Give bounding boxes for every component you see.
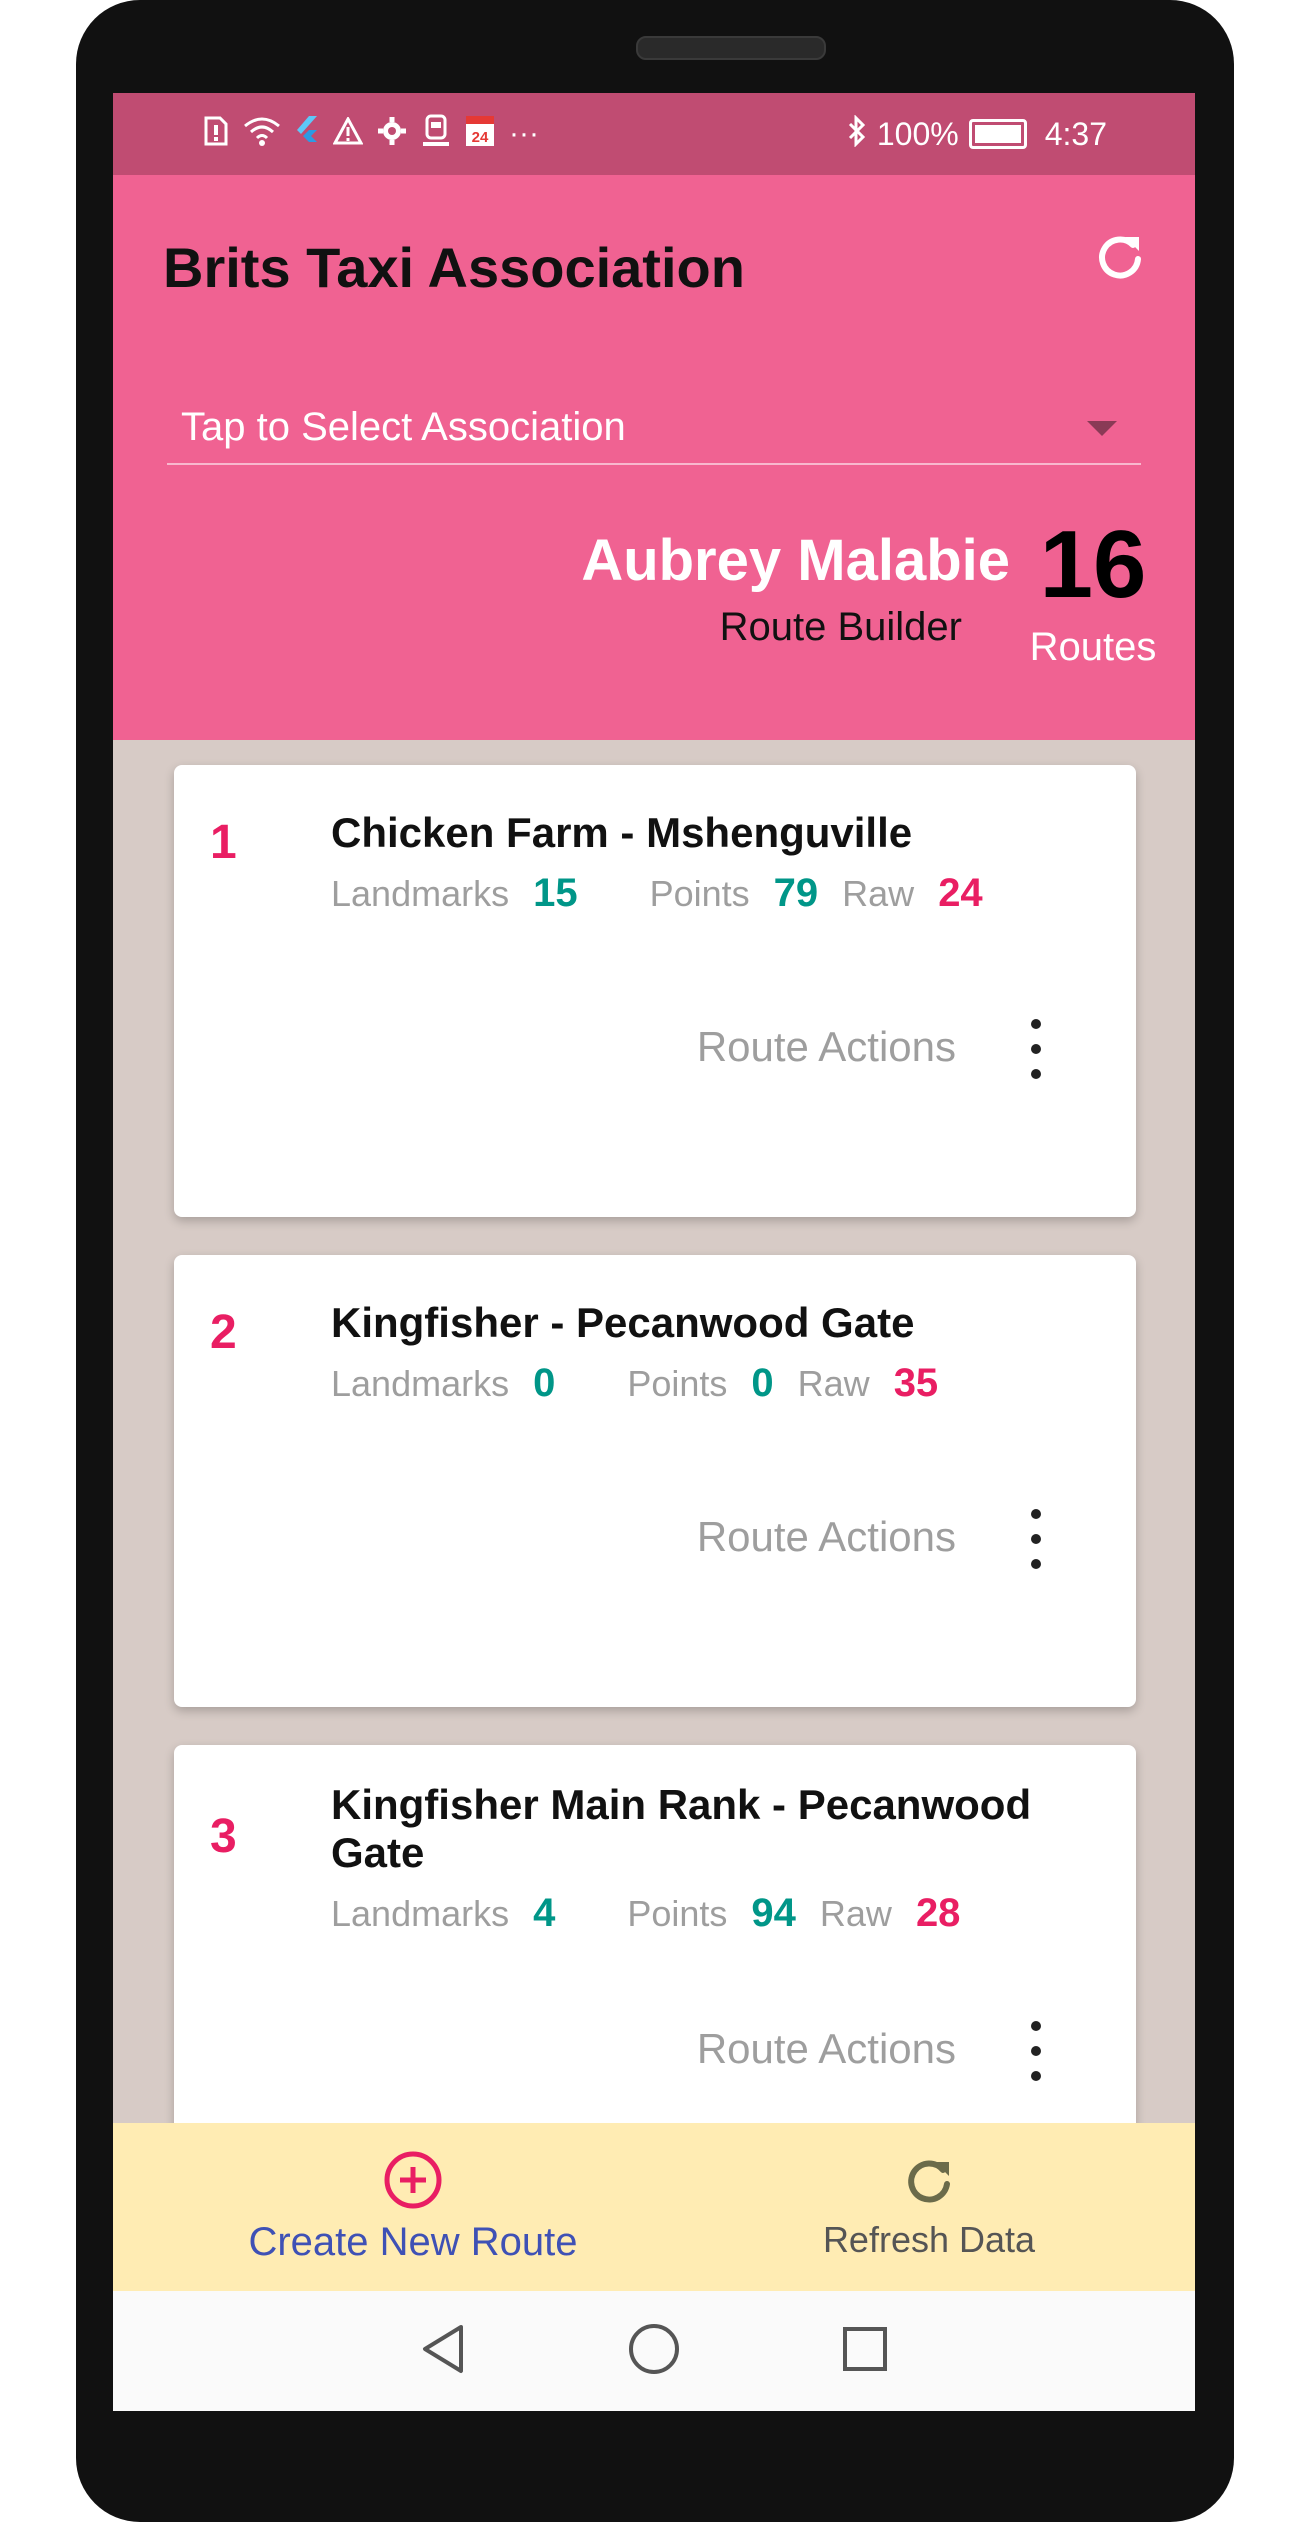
routes-label: Routes [1029,625,1157,669]
points-count: 94 [751,1891,796,1935]
taxi-app-icon [421,114,451,154]
status-system: 100% 4:37 [847,114,1195,153]
routes-count: 16 [1039,511,1147,618]
more-vert-icon[interactable] [1026,1509,1046,1569]
route-card[interactable]: 2 Kingfisher - Pecanwood Gate Landmarks … [174,1255,1136,1707]
recents-icon[interactable] [841,2325,889,2378]
raw-label: Raw [842,873,915,914]
raw-label: Raw [819,1893,892,1934]
refresh-data-label: Refresh Data [822,2218,1036,2260]
page-title: Brits Taxi Association [163,236,745,299]
refresh-icon[interactable] [1093,231,1147,285]
route-number: 2 [210,1306,237,1359]
calendar-icon: 24 [465,115,495,153]
home-icon[interactable] [627,2322,681,2381]
landmarks-count: 15 [533,871,578,915]
system-nav-bar [113,2291,1195,2411]
bottom-action-bar: Create New Route Refresh Data [113,2123,1195,2291]
landmarks-label: Landmarks [331,1893,510,1934]
battery-icon [968,119,1027,149]
route-title: Kingfisher - Pecanwood Gate [331,1299,915,1346]
user-role: Route Builder [450,605,1010,650]
association-dropdown[interactable]: Tap to Select Association [167,395,1141,465]
chevron-down-icon [1087,421,1117,436]
sim-alert-icon [203,116,229,152]
points-label: Points [627,1363,728,1404]
refresh-icon [901,2154,957,2215]
points-label: Points [649,873,750,914]
flutter-icon [295,116,319,152]
points-count: 0 [751,1361,774,1405]
create-route-button[interactable]: Create New Route [203,2123,623,2291]
route-stats: Landmarks 4 Points 94 Raw 28 [331,1891,960,1936]
points-count: 79 [773,871,819,915]
app-screen: 24 ··· 100% 4:37 Brits Taxi Association … [113,93,1195,2411]
status-notifications: 24 ··· [113,114,539,154]
route-number: 3 [210,1810,237,1863]
add-circle-icon [382,2149,444,2216]
back-icon[interactable] [419,2323,467,2380]
landmarks-count: 4 [533,1891,556,1935]
svg-text:24: 24 [472,129,489,146]
more-vert-icon[interactable] [1026,2021,1046,2081]
landmarks-label: Landmarks [331,873,510,914]
warning-icon [332,115,364,151]
more-notifications: ··· [509,117,539,150]
route-actions-label: Route Actions [696,1513,956,1560]
wifi-icon [243,116,281,152]
bluetooth-icon [847,114,867,153]
route-title: Kingfisher Main Rank - Pecanwood Gate [331,1781,1032,1876]
raw-label: Raw [797,1363,870,1404]
user-role-text: Route Builder [719,605,962,649]
phone-speaker [636,36,826,60]
settings-gear-icon [377,116,407,152]
status-bar: 24 ··· 100% 4:37 [113,93,1195,175]
route-stats: Landmarks 0 Points 0 Raw 35 [331,1361,938,1406]
landmarks-label: Landmarks [331,1363,510,1404]
battery-percent: 100% [876,115,959,152]
create-route-label: Create New Route [248,2220,578,2264]
refresh-data-button[interactable]: Refresh Data [719,2123,1139,2291]
route-actions-label: Route Actions [696,1023,956,1070]
app-header: Brits Taxi Association Tap to Select Ass… [113,175,1195,740]
association-placeholder: Tap to Select Association [181,405,626,449]
user-name: Aubrey Malabie [581,528,1010,593]
raw-count: 24 [938,871,983,915]
more-vert-icon[interactable] [1026,1019,1046,1079]
route-card[interactable]: 1 Chicken Farm - Mshenguville Landmarks … [174,765,1136,1217]
route-title: Chicken Farm - Mshenguville [331,809,913,856]
raw-count: 35 [893,1361,939,1405]
landmarks-count: 0 [533,1361,556,1405]
route-actions-label: Route Actions [696,2025,956,2072]
raw-count: 28 [915,1891,961,1935]
points-label: Points [627,1893,728,1934]
route-number: 1 [210,816,237,869]
route-stats: Landmarks 15 Points 79 Raw 24 [331,871,983,916]
clock: 4:37 [1044,115,1107,152]
